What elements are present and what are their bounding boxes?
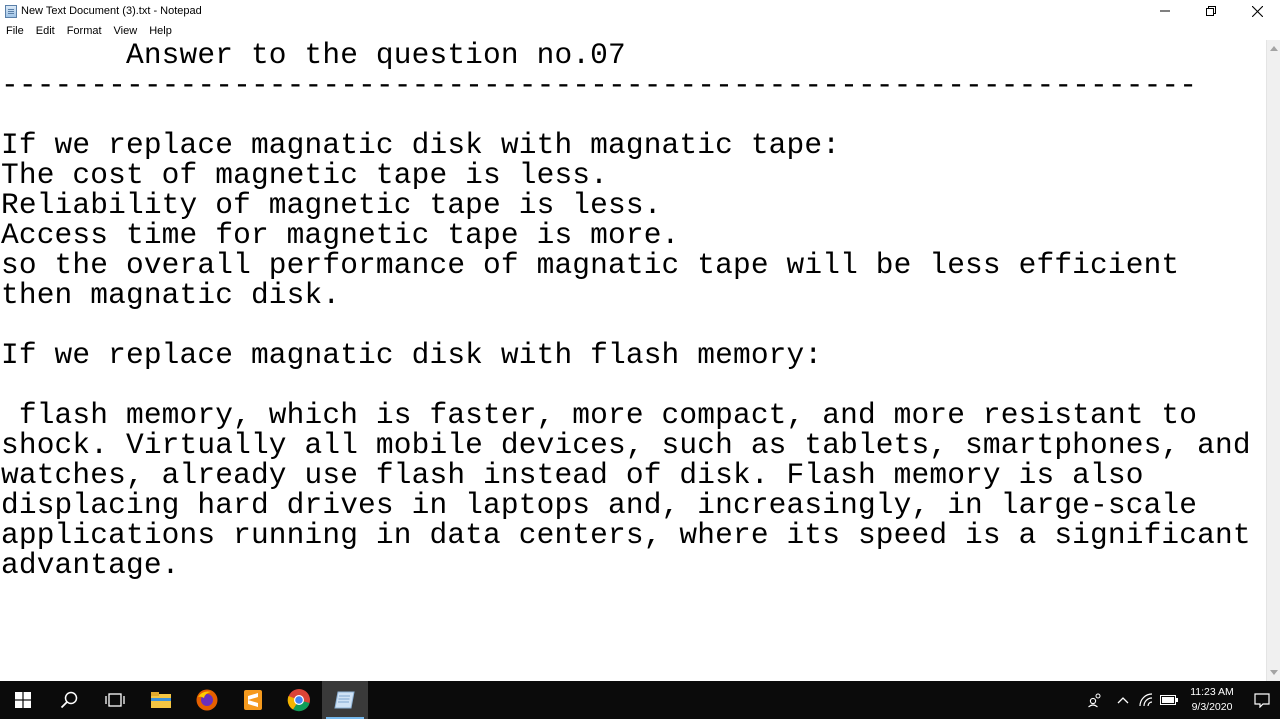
notepad-app-icon[interactable] bbox=[5, 4, 17, 18]
minimize-icon bbox=[1160, 10, 1170, 12]
menu-format[interactable]: Format bbox=[61, 25, 108, 37]
menu-help[interactable]: Help bbox=[143, 25, 178, 37]
minimize-button[interactable] bbox=[1142, 0, 1188, 22]
start-button[interactable] bbox=[0, 681, 46, 719]
menu-view[interactable]: View bbox=[108, 25, 144, 37]
people-icon bbox=[1088, 693, 1101, 708]
vertical-scrollbar[interactable] bbox=[1266, 40, 1280, 681]
firefox-icon bbox=[196, 689, 218, 711]
battery-button[interactable] bbox=[1158, 695, 1180, 705]
chrome-button[interactable] bbox=[276, 681, 322, 719]
file-explorer-icon bbox=[151, 692, 171, 708]
windows-start-icon bbox=[15, 692, 31, 708]
title-bar: New Text Document (3).txt - Notepad bbox=[0, 0, 1280, 22]
clock-date: 9/3/2020 bbox=[1191, 701, 1233, 713]
notification-icon bbox=[1254, 693, 1270, 708]
chevron-up-icon bbox=[1117, 697, 1129, 704]
action-center-button[interactable] bbox=[1244, 692, 1280, 708]
task-view-icon bbox=[105, 693, 125, 707]
task-view-button[interactable] bbox=[92, 681, 138, 719]
menu-bar: File Edit Format View Help bbox=[0, 22, 1280, 40]
file-explorer-button[interactable] bbox=[138, 681, 184, 719]
close-icon bbox=[1251, 5, 1263, 17]
sublime-text-icon bbox=[244, 690, 262, 710]
close-button[interactable] bbox=[1234, 0, 1280, 22]
battery-icon bbox=[1160, 695, 1178, 705]
clock-time: 11:23 AM bbox=[1190, 686, 1234, 698]
notepad-icon bbox=[334, 691, 355, 709]
network-button[interactable] bbox=[1136, 693, 1158, 707]
people-button[interactable] bbox=[1080, 692, 1110, 708]
scroll-up-arrow-icon[interactable] bbox=[1270, 46, 1278, 51]
search-icon bbox=[60, 691, 78, 709]
scroll-down-arrow-icon[interactable] bbox=[1270, 670, 1278, 675]
show-hidden-icons-button[interactable] bbox=[1110, 696, 1136, 704]
restore-icon bbox=[1206, 6, 1216, 16]
restore-button[interactable] bbox=[1188, 0, 1234, 22]
menu-file[interactable]: File bbox=[0, 25, 30, 37]
wifi-icon bbox=[1139, 693, 1153, 707]
editor-content[interactable]: Answer to the question no.07 -----------… bbox=[0, 40, 1266, 580]
sublime-text-button[interactable] bbox=[230, 681, 276, 719]
system-tray: 11:23 AM 9/3/2020 bbox=[1080, 681, 1280, 719]
menu-edit[interactable]: Edit bbox=[30, 25, 61, 37]
search-button[interactable] bbox=[46, 681, 92, 719]
notepad-taskbar-button[interactable] bbox=[322, 681, 368, 719]
clock[interactable]: 11:23 AM 9/3/2020 bbox=[1180, 685, 1244, 715]
firefox-button[interactable] bbox=[184, 681, 230, 719]
text-editor[interactable]: Answer to the question no.07 -----------… bbox=[0, 40, 1266, 681]
window-controls bbox=[1142, 0, 1280, 22]
taskbar: 11:23 AM 9/3/2020 bbox=[0, 681, 1280, 719]
window-title: New Text Document (3).txt - Notepad bbox=[21, 5, 202, 17]
chrome-icon bbox=[287, 689, 310, 712]
